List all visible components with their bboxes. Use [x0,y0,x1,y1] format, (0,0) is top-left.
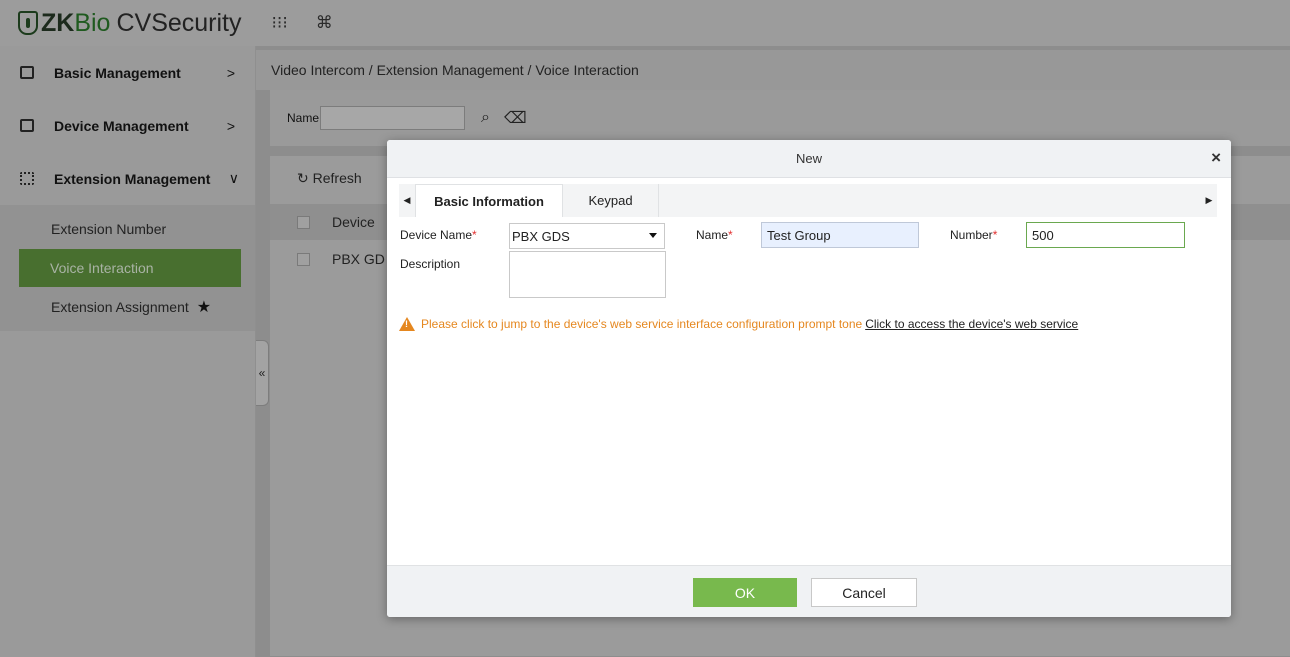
device-name-label: Device Name* [400,228,477,242]
new-dialog: New × ◀ Basic Information Keypad ▶ Devic… [387,140,1231,617]
logo-bio: Bio [74,8,111,37]
sidebar-item-label: Voice Interaction [50,260,154,276]
sidebar: Basic Management > Device Management > E… [0,46,255,657]
search-bar: Name ⌕ ⌫ [270,90,1290,146]
sidebar-group-basic-management[interactable]: Basic Management > [0,46,255,99]
device-name-value: PBX GDS [512,228,570,244]
device-management-icon [20,119,34,132]
dialog-tabs: ◀ Basic Information Keypad ▶ [399,184,1217,217]
ok-button[interactable]: OK [693,578,797,607]
command-icon[interactable]: ⌘ [316,13,333,33]
search-name-label: Name [287,111,320,125]
description-field[interactable] [509,251,666,298]
sidebar-item-label: Extension Number [51,221,167,237]
tab-basic-information[interactable]: Basic Information [415,184,563,217]
number-field[interactable]: 500 [1026,222,1185,248]
refresh-label: Refresh [312,170,362,186]
sidebar-item-label: Extension Assignment [51,299,189,315]
tab-keypad[interactable]: Keypad [563,184,659,217]
required-mark: * [992,228,998,242]
dialog-footer: OK Cancel [387,565,1231,617]
search-name-input[interactable] [320,106,466,130]
sidebar-item-extension-number[interactable]: Extension Number [19,210,241,248]
shield-icon [18,11,38,35]
dialog-title: New [795,151,822,166]
sidebar-collapse-handle[interactable]: « [256,340,269,406]
warning-text: Please click to jump to the device's web… [421,317,863,331]
sidebar-group-label: Extension Management [54,170,211,187]
logo-cvsecurity: CVSecurity [116,8,242,37]
breadcrumb: Video Intercom / Extension Management / … [256,50,1290,90]
sidebar-item-voice-interaction[interactable]: Voice Interaction [19,249,241,287]
star-icon[interactable]: ★ [197,297,211,317]
search-icon[interactable]: ⌕ [481,109,490,127]
top-bar: ZK Bio CVSecurity ⁝⁝⁝ ⌘ [0,0,1290,46]
grid-dots-icon[interactable]: ⁝⁝⁝ [272,13,288,33]
required-mark: * [472,228,477,242]
sidebar-group-label: Basic Management [54,64,181,81]
prompt-tone-warning: Please click to jump to the device's web… [399,317,1078,331]
name-label: Name* [696,228,733,242]
sidebar-item-extension-assignment[interactable]: Extension Assignment ★ [19,288,241,326]
tab-scroll-right-icon[interactable]: ▶ [1201,184,1217,217]
select-all-checkbox[interactable] [297,215,310,229]
basic-management-icon [20,66,34,79]
web-service-link[interactable]: Click to access the device's web service [865,317,1078,331]
chevron-down-icon: ∨ [228,170,239,186]
column-header-device: Device [332,214,375,230]
dialog-header: New × [387,140,1231,178]
eraser-icon[interactable]: ⌫ [504,108,527,128]
tab-scroll-left-icon[interactable]: ◀ [399,184,415,217]
close-icon[interactable]: × [1211,148,1221,168]
warning-icon [399,317,415,331]
name-field[interactable]: Test Group [761,222,919,248]
sidebar-group-extension-management[interactable]: Extension Management ∨ [0,152,255,205]
device-name-label-text: Device Name [400,228,473,242]
row-checkbox[interactable] [297,252,310,266]
chevron-right-icon: > [226,64,235,81]
refresh-button[interactable]: ↻ Refresh [297,170,362,187]
network-tree-icon [20,172,34,185]
cancel-button[interactable]: Cancel [811,578,917,607]
required-mark: * [728,228,733,242]
chevron-down-icon [649,233,657,238]
app-logo[interactable]: ZK Bio CVSecurity [18,9,242,38]
name-label-text: Name [696,228,729,242]
sidebar-group-label: Device Management [54,117,189,134]
table-cell-device: PBX GD [332,251,385,267]
sidebar-group-device-management[interactable]: Device Management > [0,99,255,152]
device-name-select[interactable]: PBX GDS [509,223,665,249]
number-label: Number* [950,228,997,242]
sidebar-submenu: Extension Number Voice Interaction Exten… [0,205,255,331]
description-label: Description [400,257,461,271]
chevron-right-icon: > [226,117,235,134]
logo-zk: ZK [41,8,75,37]
number-label-text: Number [950,228,993,242]
